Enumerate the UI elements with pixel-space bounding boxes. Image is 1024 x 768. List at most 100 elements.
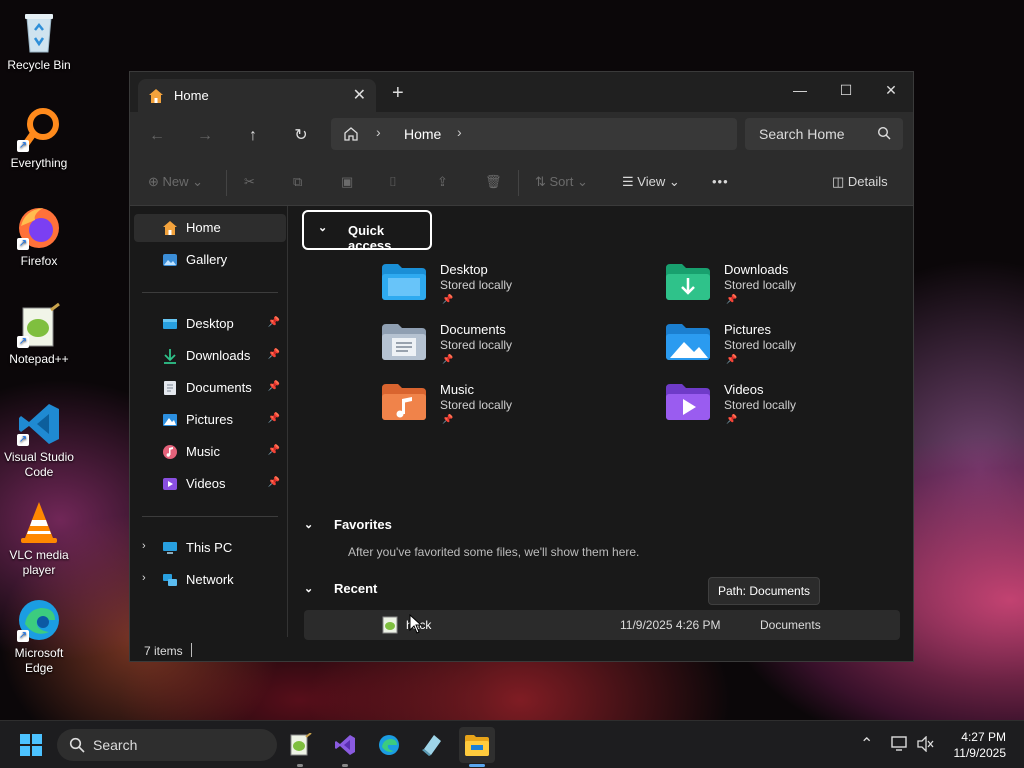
desktop-icon-everything[interactable]: ↗ Everything: [2, 106, 76, 171]
back-button[interactable]: ←: [145, 124, 169, 148]
address-field[interactable]: › Home ›: [331, 118, 737, 150]
chevron-right-icon: ›: [376, 124, 381, 140]
maximize-button[interactable]: ☐: [826, 76, 866, 104]
copy-icon[interactable]: ⧉: [293, 174, 302, 190]
content-pane: ⌄ Quick access Desktop Stored locally 📌 …: [288, 206, 913, 640]
tab-close-button[interactable]: ✕: [353, 85, 366, 105]
home-icon: [163, 221, 177, 235]
chevron-right-icon[interactable]: ›: [142, 572, 146, 584]
details-pane-icon: ◫: [832, 174, 845, 189]
running-indicator: [297, 764, 303, 767]
more-options-button[interactable]: •••: [712, 174, 729, 189]
quick-access-item-documents[interactable]: Documents Stored locally 📌: [382, 320, 642, 374]
item-status: Stored locally: [724, 338, 797, 352]
chevron-up-icon[interactable]: ⌃: [860, 734, 873, 754]
pin-icon[interactable]: 📌: [268, 413, 280, 424]
forward-button[interactable]: →: [193, 124, 217, 148]
file-explorer-window: Home ✕ + — ☐ ✕ ← → ↑ ↻ › Home › Search H…: [129, 71, 914, 662]
paste-icon[interactable]: ▣: [341, 174, 353, 190]
quick-access-item-downloads[interactable]: Downloads Stored locally 📌: [666, 260, 926, 314]
rename-icon[interactable]: ⌷: [389, 174, 397, 190]
details-button[interactable]: ◫ Details: [832, 174, 888, 190]
nav-label: Pictures: [186, 412, 233, 427]
item-status: Stored locally: [724, 398, 797, 412]
pin-icon[interactable]: 📌: [268, 445, 280, 456]
sort-label: Sort: [549, 174, 574, 189]
tab-home[interactable]: Home ✕: [138, 79, 376, 112]
view-icon: ☰: [622, 174, 634, 189]
chevron-right-icon[interactable]: ›: [457, 124, 462, 140]
chevron-right-icon[interactable]: ›: [142, 540, 146, 552]
windows-start-icon[interactable]: [20, 734, 42, 756]
documents-icon: [164, 381, 176, 395]
desktop-icon-edge[interactable]: ↗ Microsoft Edge: [2, 596, 76, 676]
pin-icon: 📌: [442, 294, 454, 304]
quick-access-item-videos[interactable]: Videos Stored locally 📌: [666, 380, 926, 434]
quick-access-item-desktop[interactable]: Desktop Stored locally 📌: [382, 260, 642, 314]
breadcrumb-home[interactable]: Home: [404, 126, 441, 142]
search-placeholder: Search: [93, 737, 138, 753]
pin-icon: 📌: [726, 354, 738, 364]
desktop-icon-label: Notepad++: [9, 352, 69, 366]
quick-access-header[interactable]: ⌄ Quick access: [302, 210, 432, 253]
firefox-icon: ↗: [15, 204, 63, 252]
desktop-icon-vscode[interactable]: ↗ Visual Studio Code: [2, 400, 76, 480]
favorites-header[interactable]: ⌄ Favorites: [302, 507, 602, 543]
nav-item-home[interactable]: Home: [134, 214, 286, 242]
taskbar-file-explorer[interactable]: [459, 727, 495, 767]
videos-folder-icon: [666, 384, 710, 420]
nav-item-videos[interactable]: Videos 📌: [134, 470, 286, 498]
section-title: Recent: [334, 581, 378, 596]
search-icon: [69, 737, 85, 753]
cut-icon[interactable]: ✂: [244, 174, 255, 190]
nav-item-music[interactable]: Music 📌: [134, 438, 286, 466]
volume-muted-icon[interactable]: [917, 736, 935, 752]
item-status: Stored locally: [440, 278, 513, 292]
refresh-button[interactable]: ↻: [289, 124, 313, 148]
search-box[interactable]: Search Home: [745, 118, 903, 150]
quick-access-item-music[interactable]: Music Stored locally 📌: [382, 380, 642, 434]
computer-icon: [163, 542, 177, 554]
nav-item-documents[interactable]: Documents 📌: [134, 374, 286, 402]
recent-file-row[interactable]: hack 11/9/2025 4:26 PM Documents: [304, 610, 900, 640]
pin-icon[interactable]: 📌: [268, 349, 280, 360]
taskbar-edge[interactable]: [371, 727, 407, 763]
pin-icon[interactable]: 📌: [268, 381, 280, 392]
taskbar-notepadpp[interactable]: [282, 727, 318, 767]
nav-item-desktop[interactable]: Desktop 📌: [134, 310, 286, 338]
pin-icon[interactable]: 📌: [268, 317, 280, 328]
taskbar-app[interactable]: [414, 727, 450, 763]
nav-item-this-pc[interactable]: › This PC: [134, 534, 286, 562]
clock-date: 11/9/2025: [953, 746, 1007, 760]
nav-item-network[interactable]: › Network: [134, 566, 286, 594]
nav-item-downloads[interactable]: Downloads 📌: [134, 342, 286, 370]
desktop-icon-notepadpp[interactable]: ↗ Notepad++: [2, 302, 76, 367]
download-icon: [164, 349, 176, 364]
view-button[interactable]: ☰ View ⌄: [622, 174, 680, 190]
minimize-button[interactable]: —: [780, 76, 820, 104]
up-button[interactable]: ↑: [241, 124, 265, 148]
new-button[interactable]: ⊕ New ⌄: [148, 174, 203, 190]
pin-icon[interactable]: 📌: [268, 477, 280, 488]
quick-access-item-pictures[interactable]: Pictures Stored locally 📌: [666, 320, 926, 374]
network-monitor-icon[interactable]: [891, 736, 909, 752]
desktop-icon-recycle-bin[interactable]: Recycle Bin: [2, 8, 76, 73]
new-tab-button[interactable]: +: [392, 82, 404, 105]
divider: [191, 643, 192, 657]
nav-item-pictures[interactable]: Pictures 📌: [134, 406, 286, 434]
recent-header[interactable]: ⌄ Recent: [302, 571, 602, 607]
sort-button[interactable]: ⇅ Sort ⌄: [535, 174, 588, 190]
taskbar-search-box[interactable]: Search: [57, 729, 277, 761]
desktop-icon-vlc[interactable]: VLC media player: [2, 498, 76, 578]
close-button[interactable]: ✕: [871, 76, 911, 104]
delete-icon[interactable]: 🗑: [485, 174, 502, 190]
nav-item-gallery[interactable]: Gallery: [134, 246, 286, 274]
item-count: 7 items: [144, 644, 183, 658]
share-icon[interactable]: ⇪: [437, 174, 448, 190]
desktop-icon-firefox[interactable]: ↗ Firefox: [2, 204, 76, 269]
nav-label: This PC: [186, 540, 233, 555]
system-clock[interactable]: 4:27 PM 11/9/2025: [954, 729, 1007, 761]
taskbar-visual-studio[interactable]: [327, 727, 363, 767]
item-name: Videos: [724, 382, 764, 397]
pin-icon: 📌: [726, 414, 738, 424]
